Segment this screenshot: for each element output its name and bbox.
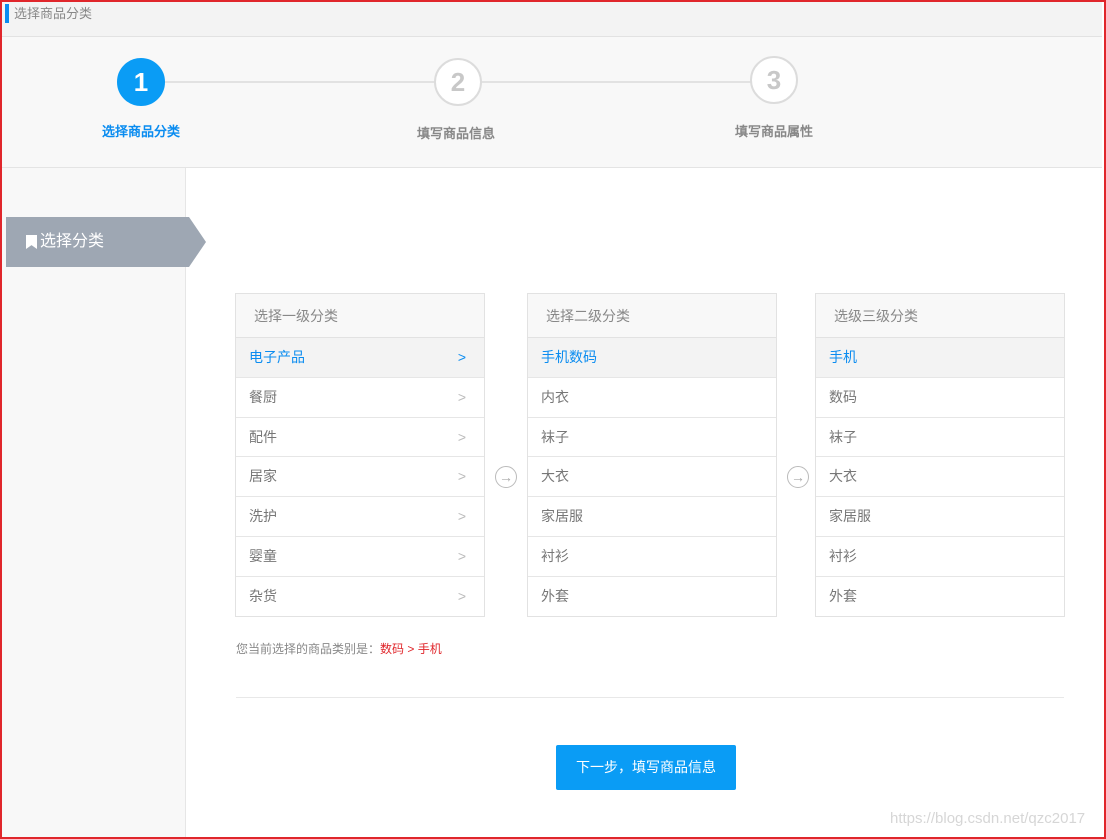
- list-item[interactable]: 外套: [816, 577, 1064, 617]
- current-selection-label: 您当前选择的商品类别是：: [236, 642, 381, 656]
- chevron-right-icon: >: [457, 388, 466, 405]
- panel-title: 选择一级分类: [236, 294, 484, 338]
- arrow-right-circle-icon: →: [495, 466, 517, 488]
- list-item[interactable]: 杂货 >: [236, 577, 484, 617]
- list-item[interactable]: 数码: [816, 378, 1064, 418]
- step-1-circle: 1: [117, 58, 165, 106]
- list-item[interactable]: 手机数码: [528, 338, 776, 378]
- list-item[interactable]: 衬衫: [528, 537, 776, 577]
- current-selection: 您当前选择的商品类别是：数码 > 手机: [236, 640, 442, 657]
- list-item[interactable]: 大衣: [528, 457, 776, 498]
- list-item[interactable]: 居家 >: [236, 457, 484, 498]
- arrow-right-circle-icon: →: [787, 466, 809, 488]
- step-connector: [482, 81, 752, 83]
- list-item[interactable]: 洗护 >: [236, 497, 484, 537]
- page-title: 选择商品分类: [14, 6, 93, 21]
- divider: [236, 697, 1064, 698]
- step-1-label: 选择商品分类: [101, 124, 180, 139]
- step-3-label: 填写商品属性: [734, 124, 813, 139]
- step-3-circle: 3: [750, 56, 798, 104]
- list-item[interactable]: 外套: [528, 577, 776, 617]
- step-2-circle: 2: [434, 58, 482, 106]
- category-panel-level-2: 选择二级分类 手机数码 内衣 袜子 大衣 家居服 衬衫 外套: [527, 293, 777, 617]
- chevron-right-icon: >: [457, 428, 466, 445]
- list-item[interactable]: 袜子: [528, 418, 776, 458]
- list-item[interactable]: 内衣: [528, 378, 776, 418]
- next-step-button[interactable]: 下一步，填写商品信息: [556, 745, 736, 790]
- chevron-right-icon: >: [457, 547, 466, 564]
- list-item[interactable]: 餐厨 >: [236, 378, 484, 418]
- list-item[interactable]: 家居服: [528, 497, 776, 537]
- sidebar-tab-select-category[interactable]: 选择分类: [6, 217, 206, 267]
- panel-title: 选择二级分类: [528, 294, 776, 338]
- list-item[interactable]: 手机: [816, 338, 1064, 378]
- title-accent-bar: [5, 4, 9, 23]
- sidebar: 选择分类: [2, 168, 206, 837]
- list-item[interactable]: 家居服: [816, 497, 1064, 537]
- step-progress: 1 选择商品分类 2 填写商品信息 3 填写商品属性: [2, 37, 1102, 168]
- list-item[interactable]: 配件 >: [236, 418, 484, 458]
- list-item[interactable]: 婴童 >: [236, 537, 484, 577]
- watermark: https://blog.csdn.net/qzc2017: [890, 810, 1086, 827]
- step-2-label: 填写商品信息: [416, 126, 495, 141]
- step-connector: [164, 81, 434, 83]
- list-item[interactable]: 袜子: [816, 418, 1064, 458]
- current-selection-value: 数码 > 手机: [380, 642, 442, 656]
- top-bar: 选择商品分类: [2, 2, 1102, 37]
- category-panel-level-3: 选级三级分类 手机 数码 袜子 大衣 家居服 衬衫 外套: [815, 293, 1065, 617]
- panel-title: 选级三级分类: [816, 294, 1064, 338]
- list-item[interactable]: 大衣: [816, 457, 1064, 498]
- sidebar-tab-label: 选择分类: [40, 233, 105, 250]
- chevron-right-icon: >: [457, 349, 466, 365]
- chevron-right-icon: >: [457, 468, 466, 485]
- bookmark-icon: [26, 235, 37, 249]
- chevron-right-icon: >: [457, 508, 466, 525]
- chevron-right-icon: >: [457, 587, 466, 604]
- list-item[interactable]: 电子产品 >: [236, 338, 484, 378]
- category-panel-level-1: 选择一级分类 电子产品 > 餐厨 > 配件 > 居家 > 洗护 > 婴童 > 杂货 >: [235, 293, 485, 617]
- list-item[interactable]: 衬衫: [816, 537, 1064, 577]
